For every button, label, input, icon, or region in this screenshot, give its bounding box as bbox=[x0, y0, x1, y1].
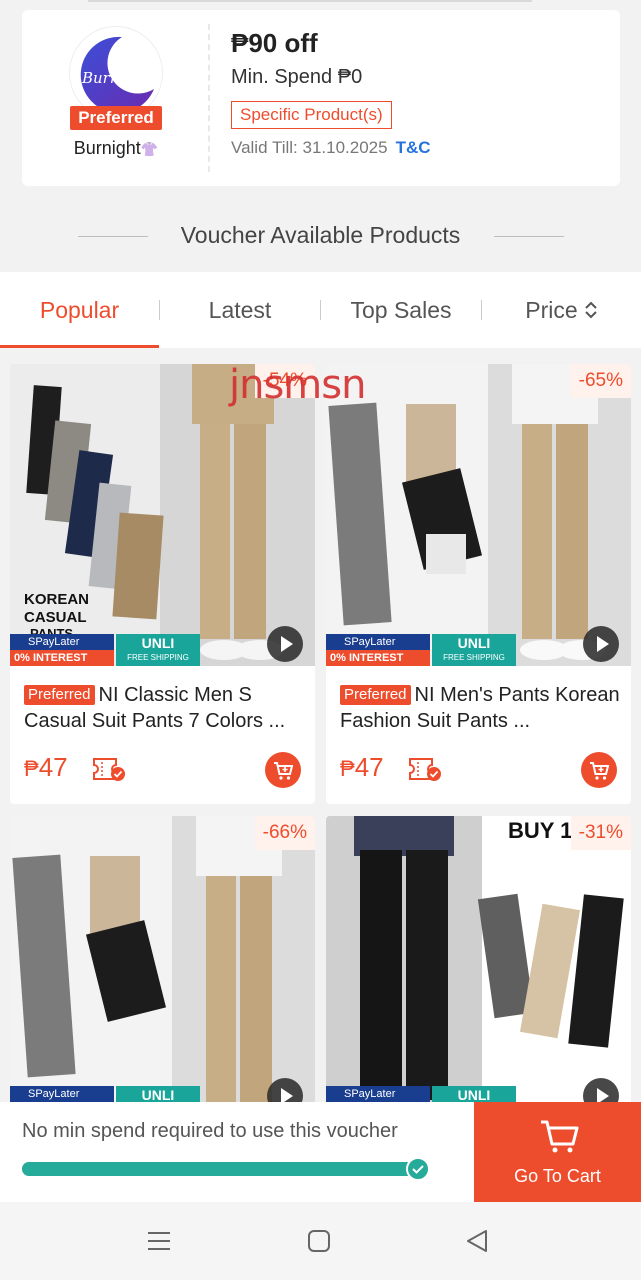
spaylater-label: SPayLater bbox=[10, 634, 114, 650]
top-divider bbox=[88, 0, 532, 2]
product-card[interactable]: KOREAN CASUAL PANTS -54% SPayLater 0% IN… bbox=[10, 364, 315, 804]
currency-symbol: ₱ bbox=[340, 756, 355, 781]
pants-collage-image: BUY 1 TAKE 1 bbox=[326, 816, 631, 1116]
tc-link[interactable]: T&C bbox=[396, 138, 431, 157]
unli-text: UNLI bbox=[141, 635, 175, 651]
price-value: 47 bbox=[354, 752, 384, 782]
product-price: ₱47 bbox=[340, 752, 384, 783]
discount-badge: -66% bbox=[254, 816, 315, 850]
sort-tabs: Popular Latest Top Sales Price bbox=[0, 272, 641, 348]
currency-symbol: ₱ bbox=[24, 756, 39, 781]
preferred-tag: Preferred bbox=[24, 685, 95, 705]
product-price: ₱47 bbox=[24, 752, 68, 783]
free-shipping-label: UNLI FREE SHIPPING bbox=[432, 634, 516, 666]
discount-badge: -65% bbox=[570, 364, 631, 398]
spend-progress-bar bbox=[22, 1157, 430, 1181]
product-title[interactable]: Preferred NI Men's Pants Korean Fashion S… bbox=[340, 682, 625, 734]
voucher-validity: Valid Till: 31.10.2025 T&C bbox=[231, 138, 431, 158]
system-nav-bar bbox=[0, 1202, 641, 1280]
interest-label: 0% INTEREST bbox=[10, 650, 114, 666]
pants-collage-image bbox=[326, 364, 631, 666]
active-tab-indicator bbox=[0, 345, 159, 348]
cart-icon bbox=[541, 1120, 579, 1153]
spaylater-label: SPayLater bbox=[326, 1086, 430, 1102]
product-image[interactable] bbox=[10, 816, 315, 1116]
voucher-title: ₱90 off bbox=[231, 28, 318, 58]
preferred-badge: Preferred bbox=[70, 106, 162, 130]
add-to-cart-button[interactable] bbox=[265, 752, 301, 788]
min-spend-message: No min spend required to use this vouche… bbox=[22, 1120, 398, 1142]
product-image[interactable]: BUY 1 TAKE 1 bbox=[326, 816, 631, 1116]
product-card[interactable]: BUY 1 TAKE 1 -31% SPayLater UNLI bbox=[326, 816, 631, 1116]
spaylater-label: SPayLater bbox=[10, 1086, 114, 1102]
voucher-bottom-bar: No min spend required to use this vouche… bbox=[0, 1102, 641, 1202]
product-title[interactable]: Preferred NI Classic Men S Casual Suit Pa… bbox=[24, 682, 309, 734]
spaylater-label: SPayLater bbox=[326, 634, 430, 650]
svg-text:Burnight: Burnight bbox=[81, 69, 151, 87]
voucher-applied-icon bbox=[409, 758, 441, 781]
brand-name[interactable]: Burnight👚 bbox=[52, 138, 180, 159]
play-video-icon[interactable] bbox=[267, 626, 303, 662]
voucher-applied-icon bbox=[93, 758, 125, 781]
section-heading: Voucher Available Products bbox=[0, 212, 641, 262]
pants-collage-image: KOREAN CASUAL PANTS bbox=[10, 364, 315, 666]
product-image[interactable] bbox=[326, 364, 631, 666]
recent-apps-icon[interactable] bbox=[146, 1228, 172, 1254]
preferred-tag: Preferred bbox=[340, 685, 411, 705]
sort-arrows-icon bbox=[584, 301, 597, 319]
brand-name-text: Burnight bbox=[73, 138, 141, 158]
tab-top-sales[interactable]: Top Sales bbox=[321, 272, 481, 348]
price-value: 47 bbox=[38, 752, 68, 782]
unli-text: UNLI bbox=[457, 635, 491, 651]
free-shipping-text: FREE SHIPPING bbox=[443, 653, 505, 662]
go-to-cart-label: Go To Cart bbox=[514, 1166, 601, 1186]
discount-badge: -31% bbox=[570, 816, 631, 850]
check-circle-icon bbox=[406, 1157, 430, 1181]
progress-fill bbox=[22, 1162, 422, 1176]
interest-label: 0% INTEREST bbox=[326, 650, 430, 666]
tab-price[interactable]: Price bbox=[482, 272, 641, 348]
heading-line-right bbox=[494, 236, 564, 237]
valid-till-text: Valid Till: 31.10.2025 bbox=[231, 138, 388, 157]
svg-text:KOREAN: KOREAN bbox=[24, 591, 89, 608]
promo-strip: SPayLater 0% INTEREST UNLI FREE SHIPPING bbox=[326, 634, 516, 666]
svg-text:CASUAL: CASUAL bbox=[24, 609, 87, 626]
voucher-min-spend: Min. Spend ₱0 bbox=[231, 66, 363, 88]
back-icon[interactable] bbox=[464, 1228, 490, 1254]
free-shipping-text: FREE SHIPPING bbox=[127, 653, 189, 662]
tab-popular[interactable]: Popular bbox=[0, 272, 159, 348]
add-to-cart-button[interactable] bbox=[581, 752, 617, 788]
product-image[interactable]: KOREAN CASUAL PANTS bbox=[10, 364, 315, 666]
cart-icon bbox=[590, 762, 610, 780]
tab-price-label: Price bbox=[525, 297, 578, 323]
cart-icon bbox=[274, 762, 294, 780]
go-to-cart-button[interactable]: Go To Cart bbox=[474, 1102, 641, 1202]
play-video-icon[interactable] bbox=[583, 626, 619, 662]
free-shipping-label: UNLI FREE SHIPPING bbox=[116, 634, 200, 666]
home-icon[interactable] bbox=[306, 1228, 332, 1254]
voucher-perforation bbox=[208, 24, 210, 172]
pants-collage-image bbox=[10, 816, 315, 1116]
product-card[interactable]: -65% SPayLater 0% INTEREST UNLI FREE SHI… bbox=[326, 364, 631, 804]
watermark: jnsmsn bbox=[229, 362, 366, 408]
promo-strip: SPayLater 0% INTEREST UNLI FREE SHIPPING bbox=[10, 634, 200, 666]
voucher-card: Burnight Preferred Burnight👚 ₱90 off Min… bbox=[16, 10, 620, 186]
product-card[interactable]: -66% SPayLater UNLI bbox=[10, 816, 315, 1116]
tab-latest[interactable]: Latest bbox=[160, 272, 320, 348]
voucher-notch bbox=[16, 10, 28, 186]
shirt-icon: 👚 bbox=[140, 141, 159, 157]
voucher-scope-tag: Specific Product(s) bbox=[231, 101, 392, 129]
